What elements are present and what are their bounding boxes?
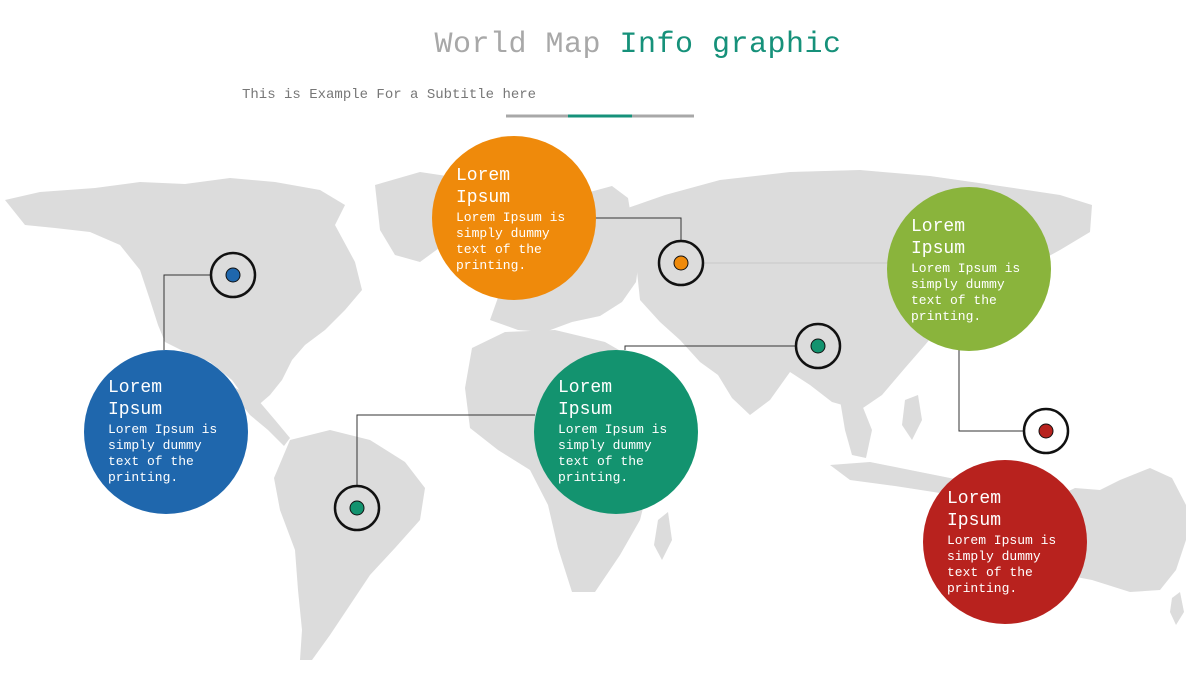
bubble-red-text: Lorem Ipsum is simply dummy text of the … bbox=[947, 533, 1057, 596]
bubble-green-title: Lorem Ipsum bbox=[911, 217, 966, 259]
philippines-shape bbox=[902, 395, 922, 440]
south-america-shape bbox=[274, 430, 425, 660]
bubble-blue-text: Lorem Ipsum is simply dummy text of the … bbox=[108, 422, 218, 485]
page-subtitle: This is Example For a Subtitle here bbox=[242, 87, 537, 103]
bubble-teal: Lorem Ipsum Lorem Ipsum is simply dummy … bbox=[534, 350, 698, 514]
bubble-orange: Lorem Ipsum Lorem Ipsum is simply dummy … bbox=[432, 136, 596, 300]
bubble-green: Lorem Ipsum Lorem Ipsum is simply dummy … bbox=[887, 187, 1051, 351]
page-title: World Map Info graphic bbox=[0, 28, 1200, 62]
bubble-orange-text: Lorem Ipsum is simply dummy text of the … bbox=[456, 210, 566, 273]
madagascar-shape bbox=[654, 512, 672, 560]
new-zealand-shape bbox=[1170, 592, 1184, 625]
title-part-1: World Map bbox=[434, 28, 601, 62]
southeast-asia-shape bbox=[840, 400, 872, 458]
bubble-teal-text: Lorem Ipsum is simply dummy text of the … bbox=[558, 422, 668, 485]
connector-red bbox=[958, 350, 1024, 432]
bubble-red-title: Lorem Ipsum bbox=[947, 489, 1002, 531]
bubble-red: Lorem Ipsum Lorem Ipsum is simply dummy … bbox=[923, 460, 1087, 624]
title-part-2: Info graphic bbox=[619, 28, 842, 62]
bubble-blue-title: Lorem Ipsum bbox=[108, 378, 163, 420]
southeast-asia-marker bbox=[1022, 407, 1070, 455]
bubble-orange-title: Lorem Ipsum bbox=[456, 166, 511, 208]
bubble-teal-title: Lorem Ipsum bbox=[558, 378, 613, 420]
bubble-green-text: Lorem Ipsum is simply dummy text of the … bbox=[911, 261, 1021, 324]
infographic-canvas: World Map Info graphic This is Example F… bbox=[0, 0, 1200, 675]
bubble-blue: Lorem Ipsum Lorem Ipsum is simply dummy … bbox=[84, 350, 248, 514]
